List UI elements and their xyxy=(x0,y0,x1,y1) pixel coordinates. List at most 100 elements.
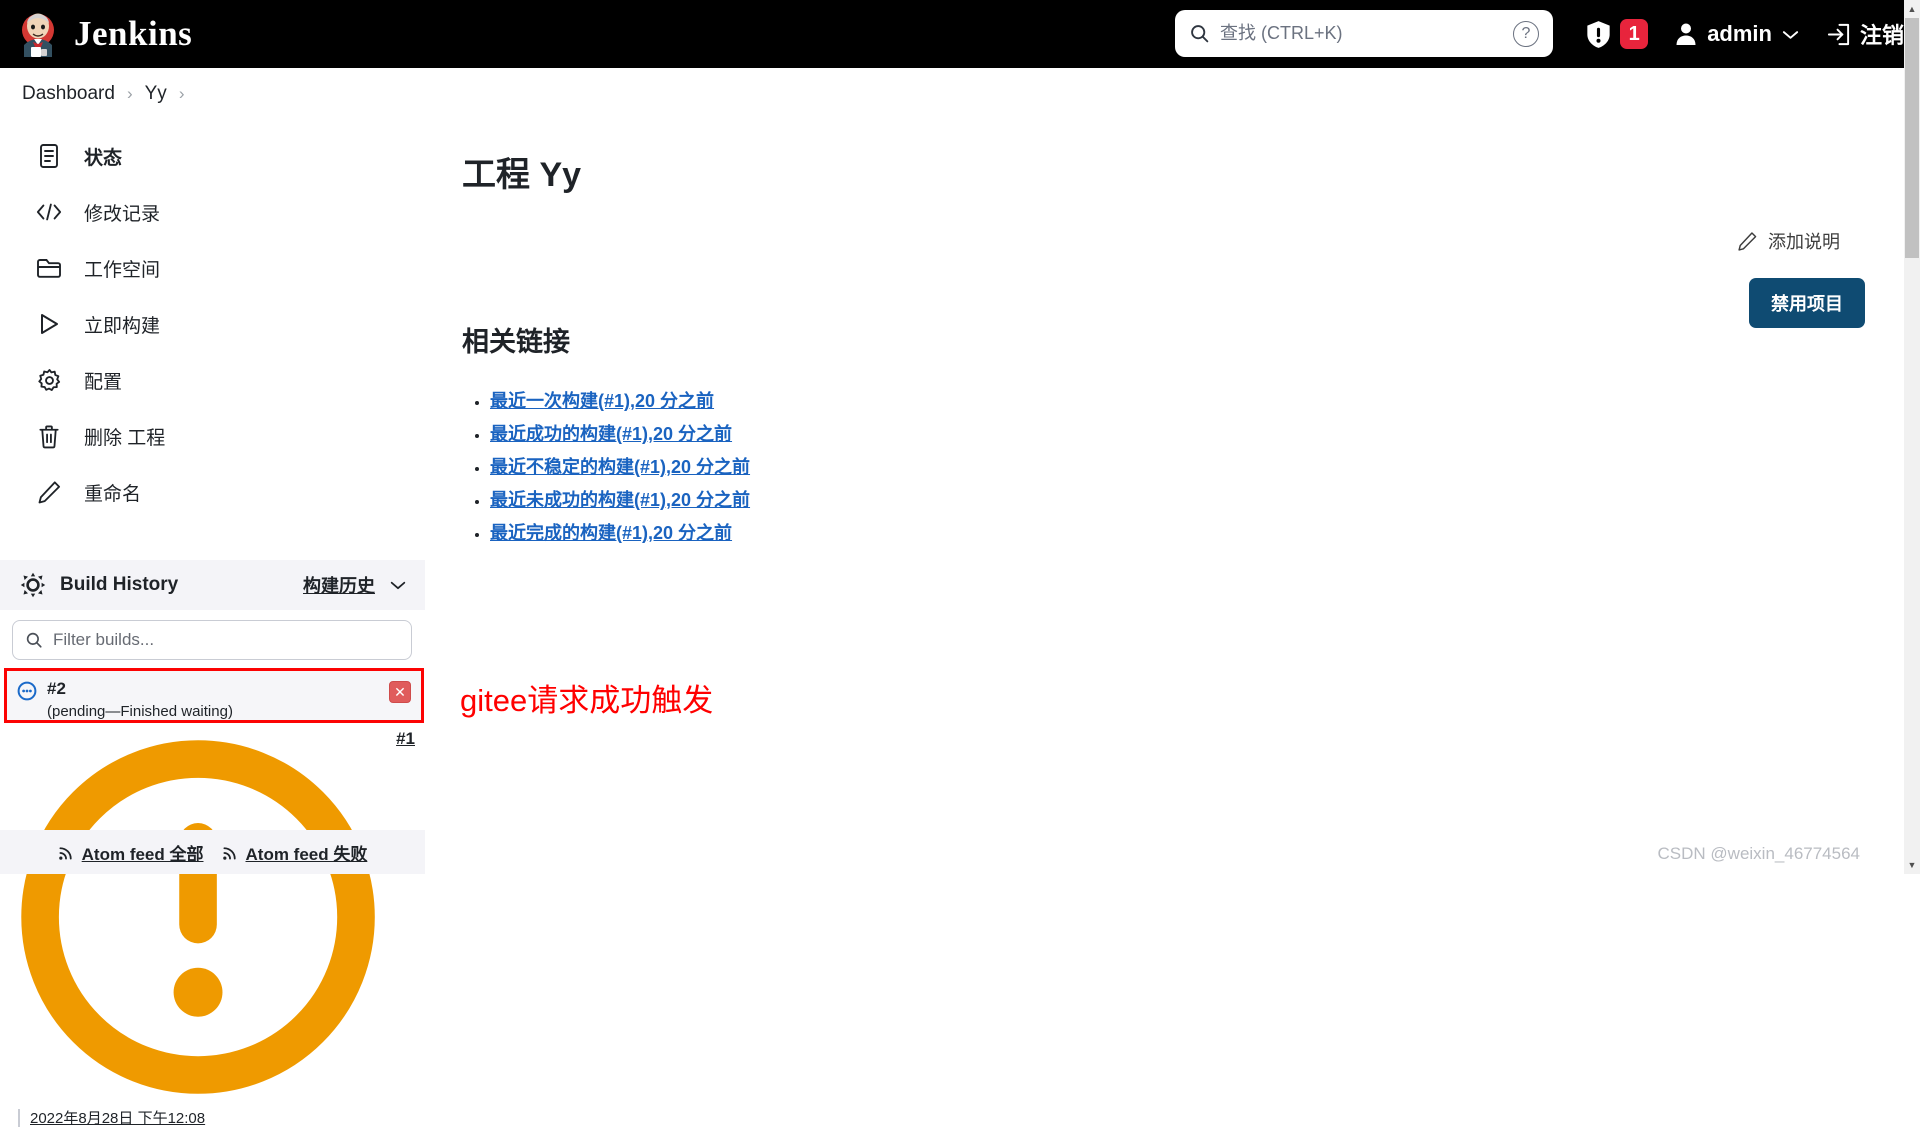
user-name: admin xyxy=(1707,21,1772,46)
sidebar-item-workspace[interactable]: 工作空间 xyxy=(0,240,425,296)
sidebar-nav: 状态 修改记录 工作空间 立即构建 配置 删除 工程 重命名 xyxy=(0,120,425,520)
folder-icon xyxy=(36,255,62,281)
global-search[interactable]: ? xyxy=(1175,10,1553,57)
build-filter[interactable] xyxy=(12,620,412,660)
logout-button[interactable]: 注销 xyxy=(1826,18,1904,50)
add-description-button[interactable]: 添加说明 xyxy=(1737,228,1840,254)
scroll-thumb[interactable] xyxy=(1905,18,1919,258)
header-right-actions: 1 admin 注销 xyxy=(1585,0,1904,68)
atom-feed-failed-label: Atom feed 失败 xyxy=(245,844,368,864)
main-content: 工程 Yy 添加说明 禁用项目 相关链接 最近一次构建(#1),20 分之前 最… xyxy=(425,120,1920,874)
build-filter-input[interactable] xyxy=(53,630,399,650)
rss-icon xyxy=(58,846,72,860)
breadcrumb-item-dashboard[interactable]: Dashboard xyxy=(22,83,115,105)
list-item: 最近完成的构建(#1),20 分之前 xyxy=(490,519,1920,545)
security-alerts[interactable]: 1 xyxy=(1585,19,1649,49)
build-row-1[interactable]: #1 xyxy=(0,723,425,1106)
page-title: 工程 Yy xyxy=(462,156,582,194)
disable-project-button[interactable]: 禁用项目 xyxy=(1749,278,1865,328)
list-item: 最近成功的构建(#1),20 分之前 xyxy=(490,420,1920,446)
gear-icon xyxy=(36,367,62,393)
build-date[interactable]: 2022年8月28日 下午12:08 xyxy=(30,1107,205,1128)
build-1-texts: #1 xyxy=(396,729,415,749)
sidebar-item-delete-project[interactable]: 删除 工程 xyxy=(0,408,425,464)
search-icon xyxy=(26,632,42,648)
sidebar-item-status[interactable]: 状态 xyxy=(0,128,425,184)
brand-name: Jenkins xyxy=(74,14,193,53)
list-item: 最近未成功的构建(#1),20 分之前 xyxy=(490,486,1920,512)
help-circle-icon[interactable]: ? xyxy=(1513,20,1539,47)
play-icon xyxy=(36,311,62,337)
page-scrollbar[interactable]: ▲ ▼ xyxy=(1904,0,1920,874)
shield-exclamation-icon xyxy=(1587,20,1610,48)
scroll-down-arrow[interactable]: ▼ xyxy=(1904,856,1920,874)
code-icon xyxy=(36,199,62,225)
build-1-date-row: 2022年8月28日 下午12:08 xyxy=(0,1105,425,1128)
chevron-right-icon: › xyxy=(126,83,133,103)
logout-icon xyxy=(1827,23,1850,45)
cancel-build-button[interactable]: ✕ xyxy=(389,681,411,703)
sidebar-item-label: 配置 xyxy=(84,371,123,393)
sidebar-item-label: 删除 工程 xyxy=(84,427,166,449)
build-history-link[interactable]: 构建历史 xyxy=(303,572,375,598)
sidebar-item-configure[interactable]: 配置 xyxy=(0,352,425,408)
sidebar: 状态 修改记录 工作空间 立即构建 配置 删除 工程 重命名 Build His… xyxy=(0,120,425,1128)
scroll-up-arrow[interactable]: ▲ xyxy=(1904,0,1920,18)
weather-sun-icon xyxy=(20,572,46,598)
sidebar-item-rename[interactable]: 重命名 xyxy=(0,464,425,520)
jenkins-butler-logo-icon xyxy=(22,13,54,57)
related-link[interactable]: 最近完成的构建(#1),20 分之前 xyxy=(490,523,732,543)
user-menu[interactable]: admin xyxy=(1674,21,1800,47)
build-row-2[interactable]: #2 (pending—Finished waiting) ✕ xyxy=(4,668,424,723)
search-input[interactable] xyxy=(1220,23,1513,44)
sidebar-item-label: 立即构建 xyxy=(84,315,161,337)
alert-count-badge[interactable]: 1 xyxy=(1620,19,1649,49)
trash-icon xyxy=(36,423,62,449)
warning-amber-icon xyxy=(21,740,375,1094)
watermark: CSDN @weixin_46774564 xyxy=(1657,844,1860,863)
list-item: 最近不稳定的构建(#1),20 分之前 xyxy=(490,453,1920,479)
add-description-label: 添加说明 xyxy=(1768,232,1840,252)
list-item: 最近一次构建(#1),20 分之前 xyxy=(490,387,1920,413)
sidebar-item-label: 修改记录 xyxy=(84,203,161,225)
person-icon xyxy=(1676,23,1696,45)
brand-home-link[interactable]: Jenkins xyxy=(18,0,192,68)
related-links-heading: 相关链接 xyxy=(462,327,570,357)
related-link[interactable]: 最近成功的构建(#1),20 分之前 xyxy=(490,424,732,444)
rss-icon xyxy=(222,846,236,860)
annotation-text: gitee请求成功触发 xyxy=(460,683,714,718)
app-header: Jenkins ? 1 admin xyxy=(0,0,1920,68)
chevron-down-icon[interactable] xyxy=(1781,28,1800,41)
related-link[interactable]: 最近未成功的构建(#1),20 分之前 xyxy=(490,490,750,510)
atom-feed-bar: Atom feed 全部 Atom feed 失败 xyxy=(0,830,425,874)
chevron-right-icon-2: › xyxy=(178,83,185,103)
atom-feed-failed-link[interactable]: Atom feed 失败 xyxy=(222,840,368,865)
related-link[interactable]: 最近一次构建(#1),20 分之前 xyxy=(490,391,714,411)
sidebar-item-label: 状态 xyxy=(84,147,123,169)
sidebar-item-changes[interactable]: 修改记录 xyxy=(0,184,425,240)
timeline-tick xyxy=(18,1108,20,1127)
pencil-icon xyxy=(36,479,62,505)
logout-label: 注销 xyxy=(1859,23,1904,48)
build-history-header: Build History 构建历史 xyxy=(0,560,425,610)
build-number[interactable]: #1 xyxy=(396,729,415,749)
build-number[interactable]: #2 xyxy=(47,679,379,699)
atom-feed-all-label: Atom feed 全部 xyxy=(81,844,204,864)
build-status-detail: (pending—Finished waiting) xyxy=(47,703,233,721)
build-history-title: Build History xyxy=(60,574,179,595)
build-2-texts: #2 (pending—Finished waiting) xyxy=(47,679,379,720)
chevron-down-icon[interactable] xyxy=(389,579,407,591)
breadcrumb: Dashboard › Yy › xyxy=(0,68,1920,120)
pencil-icon xyxy=(1738,231,1757,251)
sidebar-item-label: 工作空间 xyxy=(84,259,161,281)
sidebar-item-label: 重命名 xyxy=(84,483,142,505)
breadcrumb-item-yy[interactable]: Yy xyxy=(145,83,167,105)
document-icon xyxy=(36,143,62,169)
sidebar-item-build-now[interactable]: 立即构建 xyxy=(0,296,425,352)
atom-feed-all-link[interactable]: Atom feed 全部 xyxy=(58,840,204,865)
related-link[interactable]: 最近不稳定的构建(#1),20 分之前 xyxy=(490,457,750,477)
build-filter-wrap xyxy=(0,610,425,668)
related-links-list: 最近一次构建(#1),20 分之前 最近成功的构建(#1),20 分之前 最近不… xyxy=(462,387,1920,545)
pending-blue-icon xyxy=(17,681,37,701)
search-icon xyxy=(1191,25,1209,43)
